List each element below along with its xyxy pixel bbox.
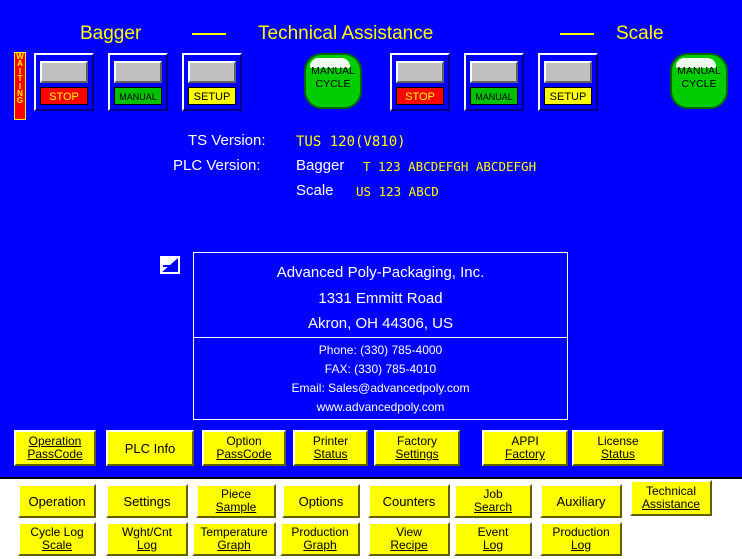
hmi-panel: Bagger Technical Assistance Scale WAITIN…	[0, 0, 742, 559]
scale-manual-control: MANUAL	[464, 53, 524, 111]
plc-scale-value: US 123 ABCD	[356, 184, 439, 199]
tab-label-line2: Recipe	[390, 538, 428, 552]
tab-production-log[interactable]: Production Log	[540, 522, 622, 556]
button-line2: Factory	[504, 447, 545, 461]
manual-lamp	[114, 61, 162, 83]
scale-manual-button[interactable]: MANUAL	[470, 87, 518, 105]
divider	[194, 337, 567, 338]
tab-label-line2: Log	[570, 538, 592, 552]
printer-status-button[interactable]: Printer Status	[293, 430, 368, 466]
tab-label-line2: Log	[136, 538, 158, 552]
tab-label-line2: Assistance	[641, 497, 701, 511]
tab-label: Operation	[28, 493, 86, 509]
tab-technical-assistance[interactable]: Technical Assistance	[630, 480, 712, 516]
scale-manual-cycle-button[interactable]: MANUAL CYCLE	[670, 53, 728, 109]
tab-label-line2: Log	[482, 538, 504, 552]
manual-cycle-line1: MANUAL	[677, 65, 721, 77]
bagger-manual-button[interactable]: MANUAL	[114, 87, 162, 105]
company-street: 1331 Emmitt Road	[318, 290, 443, 307]
tab-label: Options	[298, 493, 344, 509]
tab-operation[interactable]: Operation	[18, 484, 96, 518]
scale-title: Scale	[616, 23, 664, 44]
scale-setup-control: SETUP	[538, 53, 598, 111]
plc-bagger-value: T 123 ABCDEFGH ABCDEFGH	[363, 159, 537, 174]
manual-cycle-line2: CYCLE	[315, 78, 351, 90]
page-title: Technical Assistance	[258, 23, 434, 44]
tab-bar-divider	[0, 477, 742, 479]
bagger-setup-button[interactable]: SETUP	[188, 87, 236, 105]
tab-label: Settings	[123, 493, 171, 509]
tab-cycle-log-scale[interactable]: Cycle Log Scale	[18, 522, 96, 556]
waiting-indicator: WAITING	[14, 52, 26, 120]
manual-lamp	[470, 61, 518, 83]
company-info-box: Advanced Poly-Packaging, Inc. 1331 Emmit…	[193, 252, 568, 420]
setup-lamp	[188, 61, 236, 83]
bagger-title: Bagger	[80, 23, 142, 44]
header-dash-right	[560, 33, 594, 35]
tab-settings[interactable]: Settings	[106, 484, 188, 518]
tab-event-log[interactable]: Event Log	[454, 522, 532, 556]
scale-stop-control: STOP	[390, 53, 450, 111]
appi-factory-button[interactable]: APPI Factory	[482, 430, 568, 466]
bagger-stop-button[interactable]: STOP	[40, 87, 88, 105]
tab-label-line2: Search	[473, 500, 513, 514]
scroll-icon[interactable]	[160, 256, 180, 274]
button-line2: Status	[313, 447, 348, 461]
company-city: Akron, OH 44306, US	[307, 315, 454, 332]
scale-setup-button[interactable]: SETUP	[544, 87, 592, 105]
ts-version-label: TS Version:	[188, 132, 266, 149]
plc-scale-label: Scale	[296, 182, 334, 199]
stop-lamp	[396, 61, 444, 83]
scale-stop-button[interactable]: STOP	[396, 87, 444, 105]
tab-label-line2: Graph	[303, 538, 337, 552]
bagger-stop-control: STOP	[34, 53, 94, 111]
tab-label-line2: Scale	[41, 538, 73, 552]
plc-info-button[interactable]: PLC Info	[106, 430, 194, 466]
tab-wght-cnt-log[interactable]: Wght/Cnt Log	[106, 522, 188, 556]
bagger-manual-cycle-button[interactable]: MANUAL CYCLE	[304, 53, 362, 109]
tab-job-search[interactable]: Job Search	[454, 484, 532, 518]
tab-temperature-graph[interactable]: Temperature Graph	[192, 522, 276, 556]
company-name: Advanced Poly-Packaging, Inc.	[276, 264, 485, 281]
manual-cycle-line1: MANUAL	[311, 65, 355, 77]
setup-lamp	[544, 61, 592, 83]
tab-auxiliary[interactable]: Auxiliary	[540, 484, 622, 518]
tab-label: Counters	[382, 493, 436, 509]
bagger-manual-control: MANUAL	[108, 53, 168, 111]
button-line2: Status	[600, 447, 636, 461]
tab-options[interactable]: Options	[282, 484, 360, 518]
tab-label-line2: Sample	[215, 500, 257, 514]
manual-cycle-line2: CYCLE	[681, 78, 717, 90]
tab-label: Auxiliary	[556, 493, 606, 509]
company-phone: Phone: (330) 785-4000	[318, 343, 443, 357]
option-passcode-button[interactable]: Option PassCode	[202, 430, 286, 466]
tab-view-recipe[interactable]: View Recipe	[368, 522, 450, 556]
company-email: Email: Sales@advancedpoly.com	[291, 381, 470, 395]
header-dash-left	[192, 33, 226, 35]
button-line2: Settings	[395, 447, 439, 461]
company-web: www.advancedpoly.com	[316, 400, 445, 414]
license-status-button[interactable]: License Status	[572, 430, 664, 466]
plc-version-label: PLC Version:	[173, 157, 261, 174]
factory-settings-button[interactable]: Factory Settings	[374, 430, 460, 466]
tab-label-line2: Graph	[217, 538, 251, 552]
bagger-setup-control: SETUP	[182, 53, 242, 111]
button-line2: PassCode	[27, 447, 83, 461]
tab-production-graph[interactable]: Production Graph	[280, 522, 360, 556]
button-line2: PassCode	[216, 447, 272, 461]
plc-bagger-label: Bagger	[296, 157, 345, 174]
stop-lamp	[40, 61, 88, 83]
tab-piece-sample[interactable]: Piece Sample	[196, 484, 276, 518]
company-fax: FAX: (330) 785-4010	[324, 362, 437, 376]
operation-passcode-button[interactable]: Operation PassCode	[14, 430, 96, 466]
button-line1: PLC Info	[124, 440, 176, 456]
tab-counters[interactable]: Counters	[368, 484, 450, 518]
ts-version-value: TUS 120(V810)	[296, 134, 406, 150]
